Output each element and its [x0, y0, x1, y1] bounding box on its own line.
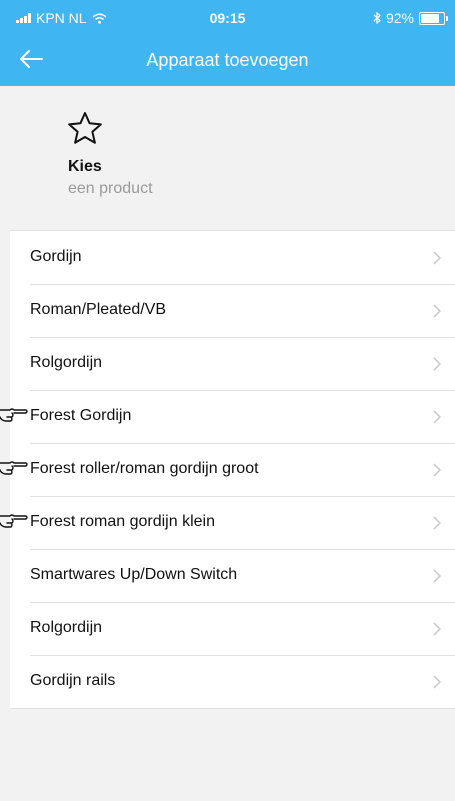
pointing-hand-icon — [0, 514, 28, 528]
list-item[interactable]: Forest roller/roman gordijn groot — [10, 443, 455, 496]
battery-icon — [419, 11, 448, 25]
list-item[interactable]: Rolgordijn — [10, 602, 455, 655]
chevron-right-icon — [433, 357, 441, 371]
list-item-label: Forest roman gordijn klein — [30, 513, 215, 530]
chevron-right-icon — [433, 675, 441, 689]
list-item[interactable]: Rolgordijn — [10, 337, 455, 390]
chevron-right-icon — [433, 622, 441, 636]
list-item[interactable]: Forest roman gordijn klein — [10, 496, 455, 549]
list-item-label: Rolgordijn — [30, 619, 103, 636]
chevron-right-icon — [433, 410, 441, 424]
selection-subtitle: een product — [68, 180, 153, 197]
list-item[interactable]: Roman/Pleated/VB — [10, 284, 455, 337]
star-icon — [68, 112, 102, 144]
battery-percent: 92% — [385, 10, 414, 26]
navigation-header: KPN NL 09:15 92% Apparaat toevoegen — [0, 0, 455, 86]
product-list: Gordijn Roman/Pleated/VB Rolgordijn Fore… — [10, 230, 455, 709]
chevron-right-icon — [433, 463, 441, 477]
list-item-label: Roman/Pleated/VB — [30, 301, 167, 318]
list-item[interactable]: Gordijn — [10, 231, 455, 284]
chevron-right-icon — [433, 516, 441, 530]
bluetooth-icon — [373, 12, 381, 24]
list-item-label: Gordijn rails — [30, 672, 116, 689]
chevron-right-icon — [433, 569, 441, 583]
selection-title: Kies — [68, 158, 102, 175]
list-item[interactable]: Smartwares Up/Down Switch — [10, 549, 455, 602]
page-title: Apparaat toevoegen — [146, 50, 309, 70]
list-item[interactable]: Gordijn rails — [10, 655, 455, 708]
status-bar: KPN NL 09:15 92% — [0, 0, 455, 34]
list-item-label: Forest roller/roman gordijn groot — [30, 460, 259, 477]
chevron-right-icon — [433, 251, 441, 265]
list-item[interactable]: Forest Gordijn — [10, 390, 455, 443]
list-item-label: Smartwares Up/Down Switch — [30, 566, 238, 583]
list-item-label: Forest Gordijn — [30, 407, 132, 424]
list-item-label: Gordijn — [30, 248, 82, 265]
chevron-right-icon — [433, 304, 441, 318]
pointing-hand-icon — [0, 461, 28, 475]
pointing-hand-icon — [0, 408, 28, 422]
list-item-label: Rolgordijn — [30, 354, 103, 371]
